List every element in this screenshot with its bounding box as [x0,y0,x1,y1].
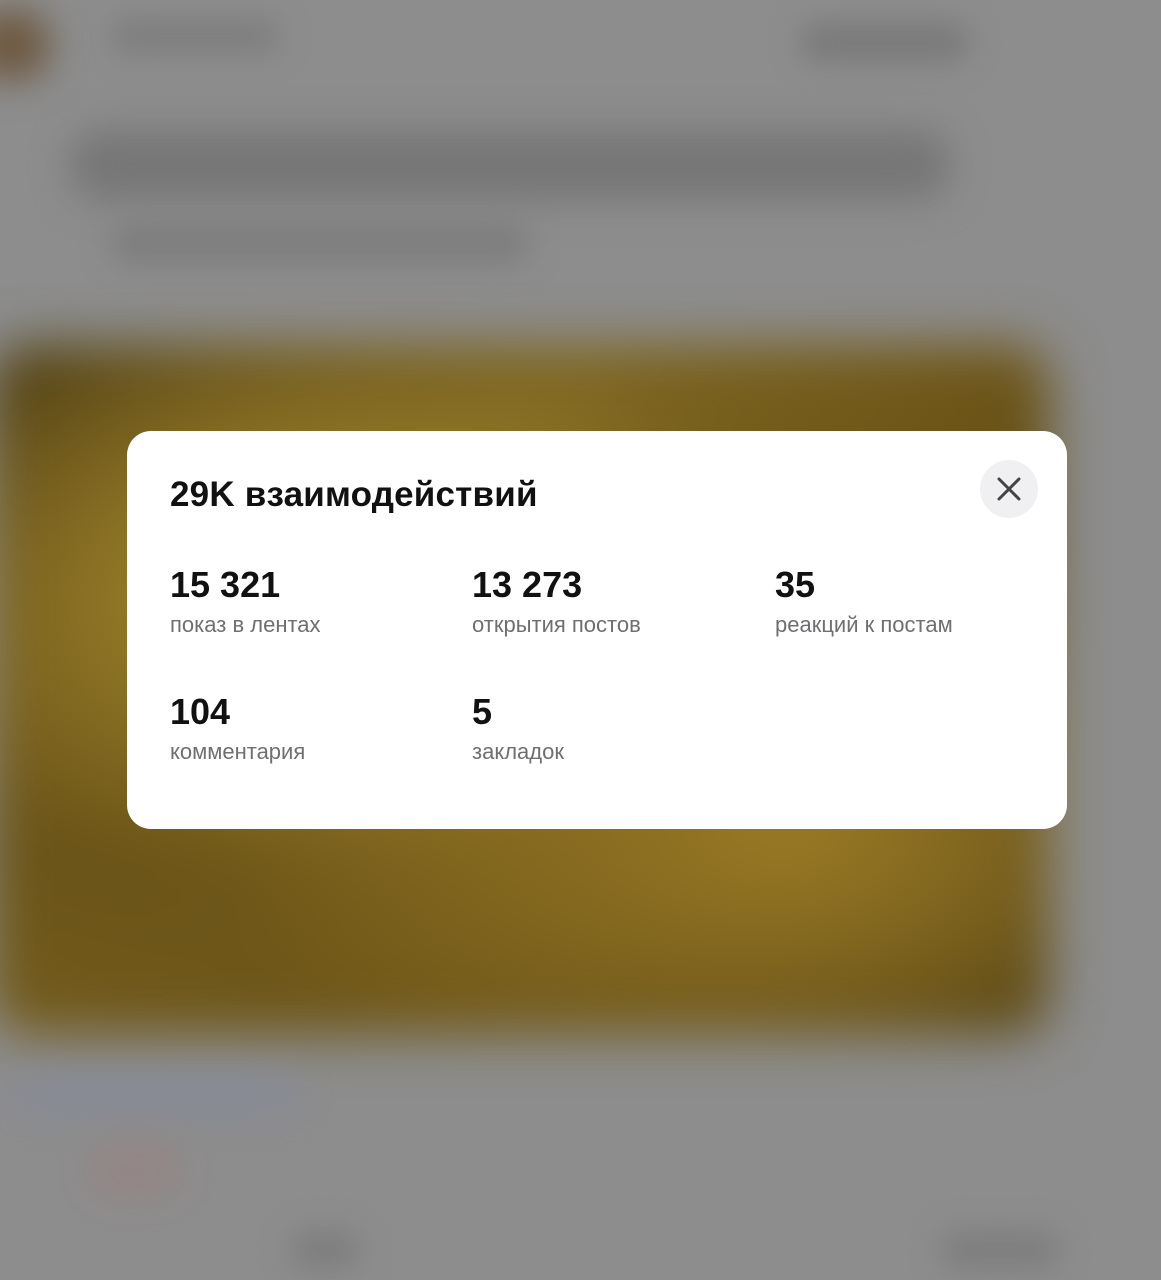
stat-label: показ в лентах [170,612,321,637]
stat-value: 104 [170,691,231,732]
background-header-right-blur [800,22,970,62]
background-link-blur [10,1075,300,1115]
stat-bookmarks: 5 закладок [472,692,752,766]
stat-label: комментария [170,739,306,764]
background-avatar-blur [0,10,50,80]
close-button[interactable] [980,460,1038,518]
stat-label: открытия постов [472,612,641,637]
stat-comments: 104 комментария [170,692,450,766]
stat-label: реакций к постам [775,612,953,637]
background-header-blur [110,18,280,54]
background-footer-right-blur [940,1230,1060,1270]
background-footer-blur [290,1230,360,1270]
stat-post-opens: 13 273 открытия постов [472,565,752,639]
stat-value: 5 [472,691,493,732]
background-heading-blur [70,130,950,200]
stat-value: 13 273 [472,564,583,605]
interactions-modal: 29K взаимодействий 15 321 показ в лентах… [127,431,1067,829]
background-subheading-blur [110,220,530,265]
background-reaction-blur [90,1145,180,1195]
stat-reactions: 35 реакций к постам [775,565,1055,639]
stat-value: 35 [775,564,816,605]
close-icon [997,477,1021,501]
stat-feed-views: 15 321 показ в лентах [170,565,450,639]
stat-value: 15 321 [170,564,281,605]
modal-title: 29K взаимодействий [170,475,538,514]
stat-label: закладок [472,739,564,764]
